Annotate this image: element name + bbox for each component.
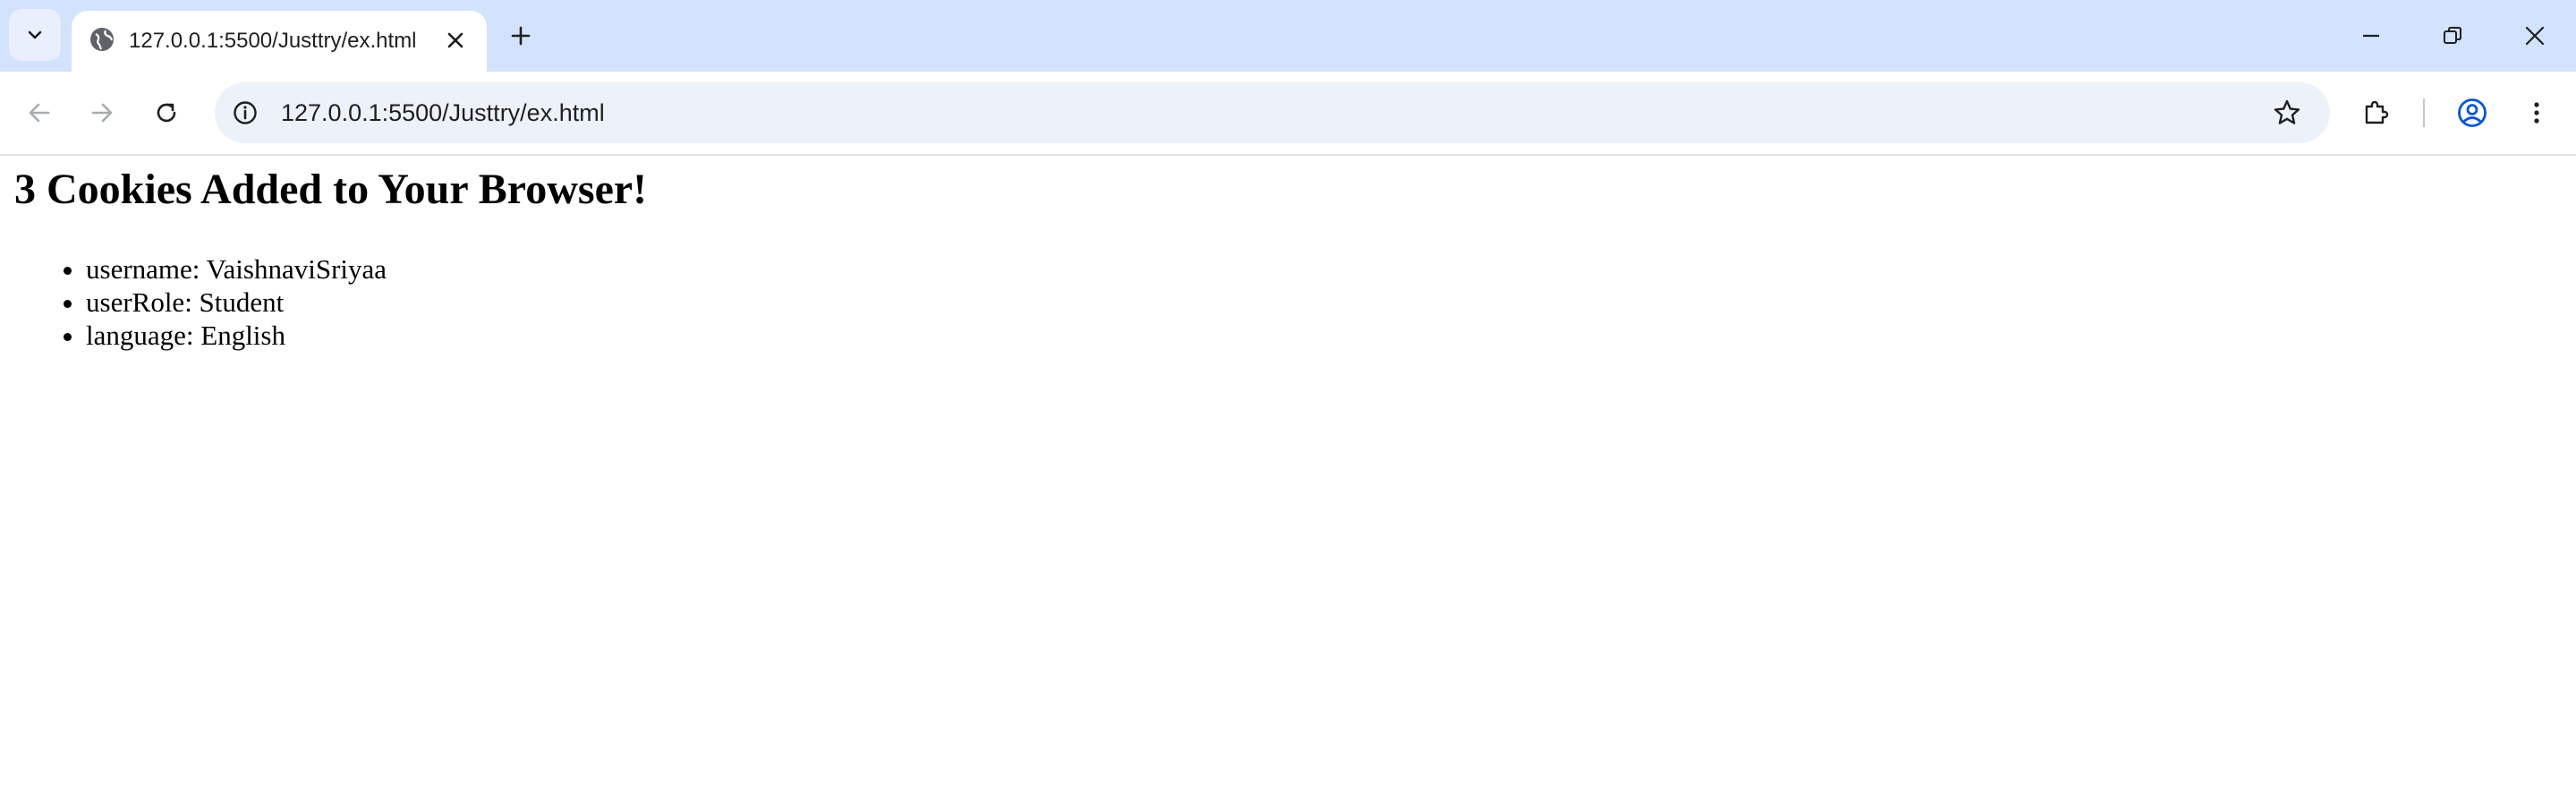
browser-tab[interactable]: 127.0.0.1:5500/Justtry/ex.html: [72, 11, 487, 72]
restore-icon: [2444, 27, 2461, 44]
profile-button[interactable]: [2451, 91, 2494, 134]
tab-title: 127.0.0.1:5500/Justtry/ex.html: [129, 29, 417, 53]
forward-button[interactable]: [81, 91, 123, 134]
bookmark-button[interactable]: [2269, 95, 2305, 131]
new-tab-button[interactable]: [503, 18, 539, 54]
browser-toolbar: 127.0.0.1:5500/Justtry/ex.html: [0, 72, 2576, 156]
menu-button[interactable]: [2515, 91, 2558, 134]
minimize-button[interactable]: [2351, 16, 2391, 55]
reload-icon: [157, 103, 176, 123]
star-icon: [2274, 99, 2300, 124]
profile-icon: [2458, 98, 2487, 127]
cookie-list: username: VaishnaviSriyaa userRole: Stud…: [50, 252, 387, 352]
list-item: username: VaishnaviSriyaa: [86, 252, 387, 286]
tab-search-button[interactable]: [9, 9, 61, 61]
back-button[interactable]: [18, 91, 61, 134]
extensions-button[interactable]: [2355, 91, 2398, 134]
address-bar[interactable]: 127.0.0.1:5500/Justtry/ex.html: [215, 82, 2330, 143]
globe-icon: [90, 28, 114, 51]
arrow-right-icon: [91, 103, 113, 123]
reload-button[interactable]: [145, 91, 188, 134]
arrow-left-icon: [29, 103, 50, 123]
close-window-button[interactable]: [2515, 16, 2555, 55]
restore-button[interactable]: [2433, 16, 2472, 55]
tab-strip: 127.0.0.1:5500/Justtry/ex.html: [0, 0, 2576, 72]
page-content: 3 Cookies Added to Your Browser! usernam…: [0, 156, 2576, 811]
list-item: language: English: [86, 319, 387, 352]
chevron-down-icon: [28, 30, 42, 39]
info-icon: [234, 101, 257, 124]
puzzle-icon: [2365, 100, 2389, 124]
close-icon: [2525, 26, 2545, 46]
toolbar-divider: [2423, 98, 2425, 127]
close-icon: [447, 32, 463, 48]
more-vert-icon: [2534, 102, 2539, 124]
page-heading: 3 Cookies Added to Your Browser!: [14, 166, 648, 213]
tab-close-button[interactable]: [440, 25, 471, 55]
address-bar-url[interactable]: 127.0.0.1:5500/Justtry/ex.html: [281, 82, 605, 143]
site-info-button[interactable]: [227, 95, 263, 131]
list-item: userRole: Student: [86, 286, 387, 319]
minimize-icon: [2363, 34, 2379, 38]
plus-icon: [511, 26, 531, 46]
